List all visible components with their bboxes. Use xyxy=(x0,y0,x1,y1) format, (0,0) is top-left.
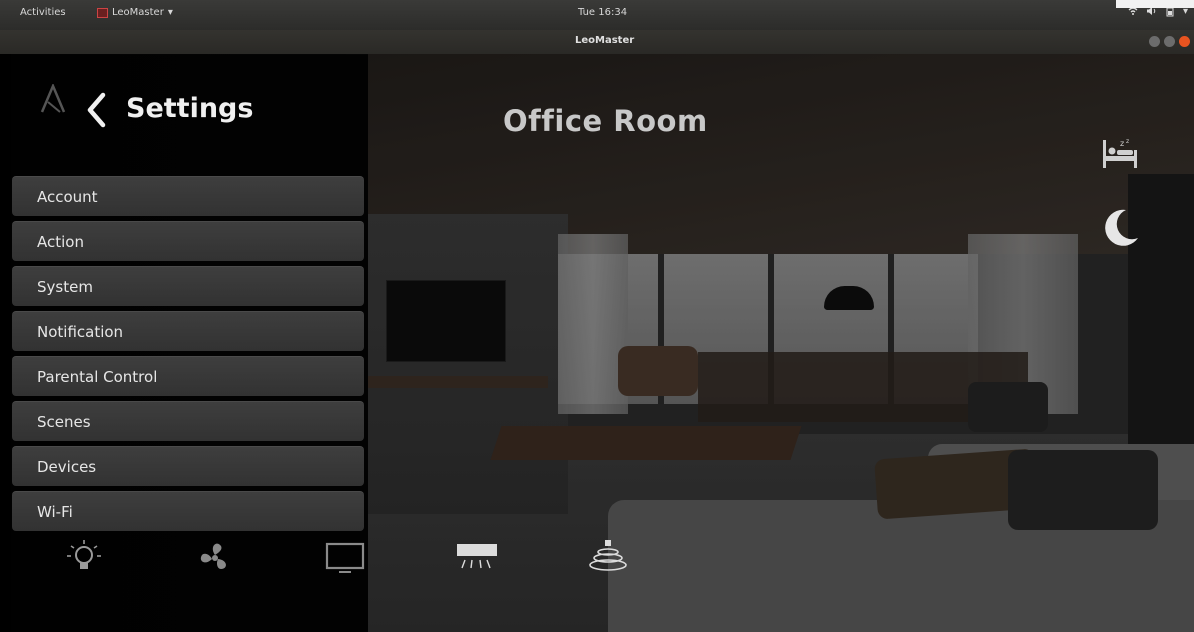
menu-item-scenes[interactable]: Scenes xyxy=(12,401,364,441)
app-menu-label: LeoMaster xyxy=(112,7,164,18)
volume-icon xyxy=(1146,6,1157,20)
clock[interactable]: Tue 16:34 xyxy=(578,7,627,18)
window-title: LeoMaster xyxy=(575,35,635,46)
logo-icon xyxy=(40,84,66,113)
close-button[interactable] xyxy=(1179,36,1190,47)
menu-item-action[interactable]: Action xyxy=(12,221,364,261)
menu-item-parental-control[interactable]: Parental Control xyxy=(12,356,364,396)
window-controls xyxy=(1149,36,1190,47)
room-title: Office Room xyxy=(503,104,708,138)
menu-item-devices[interactable]: Devices xyxy=(12,446,364,486)
chevron-down-icon: ▾ xyxy=(167,7,173,18)
svg-text:z: z xyxy=(1120,139,1124,148)
night-mode-icon[interactable] xyxy=(1098,206,1142,250)
svg-text:z: z xyxy=(1126,138,1129,145)
menu-item-account[interactable]: Account xyxy=(12,176,364,216)
system-top-bar: Activities LeoMaster ▾ Tue 16:34 ▾ xyxy=(0,0,1194,30)
window-title-bar[interactable]: LeoMaster xyxy=(0,30,1194,55)
bed-mode-icon[interactable]: z z xyxy=(1100,136,1140,172)
screen-edge xyxy=(1116,0,1194,8)
menu-item-system[interactable]: System xyxy=(12,266,364,306)
back-arrow-icon[interactable] xyxy=(85,92,109,128)
air-conditioner-icon[interactable] xyxy=(455,538,499,578)
wifi-icon xyxy=(1128,6,1138,20)
maximize-button[interactable] xyxy=(1164,36,1175,47)
light-bulb-icon[interactable] xyxy=(62,538,106,578)
menu-item-wifi[interactable]: Wi-Fi xyxy=(12,491,364,531)
settings-title: Settings xyxy=(126,93,254,124)
window-left-edge xyxy=(0,54,11,632)
app-icon xyxy=(97,7,108,18)
app-menu[interactable]: LeoMaster ▾ xyxy=(97,7,173,18)
minimize-button[interactable] xyxy=(1149,36,1160,47)
battery-icon xyxy=(1165,6,1175,20)
system-tray[interactable]: ▾ xyxy=(1128,6,1188,20)
menu-item-notification[interactable]: Notification xyxy=(12,311,364,351)
tv-icon[interactable] xyxy=(323,538,367,578)
chevron-down-icon: ▾ xyxy=(1182,6,1188,17)
speaker-icon[interactable] xyxy=(586,538,630,578)
fan-icon[interactable] xyxy=(193,538,237,578)
activities-button[interactable]: Activities xyxy=(20,7,66,18)
